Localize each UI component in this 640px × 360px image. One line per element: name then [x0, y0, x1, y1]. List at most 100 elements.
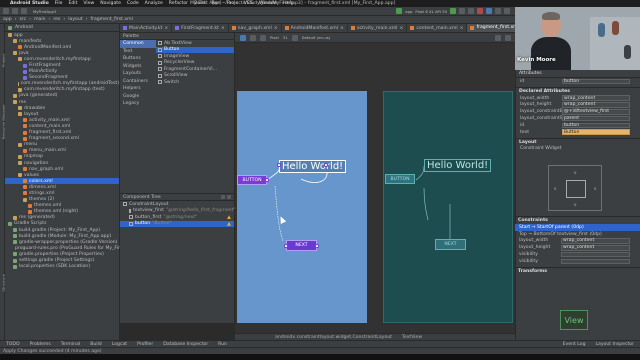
end-margin[interactable]: 0 [594, 186, 596, 191]
hello-world-textview[interactable]: Hello World! [279, 160, 347, 173]
menu-navigate[interactable]: Navigate [100, 1, 121, 6]
run-icon[interactable] [450, 8, 456, 14]
transforms-section[interactable]: Transforms [515, 266, 640, 275]
breadcrumb-item[interactable]: layout [68, 17, 82, 22]
canvas-breadcrumb-parent[interactable]: androidx.constraintlayout.widget.Constra… [275, 335, 392, 340]
palette-category[interactable]: Layouts [120, 70, 156, 78]
constraints-section[interactable]: Constraints [515, 216, 640, 224]
palette-category[interactable]: Text [120, 48, 156, 56]
menu-analyze[interactable]: Analyze [145, 1, 163, 6]
menu-code[interactable]: Code [127, 1, 139, 6]
close-icon[interactable]: × [164, 26, 168, 31]
bottom-tool-tab[interactable]: Database Inspector [163, 342, 208, 347]
run-config-select[interactable]: app [405, 9, 412, 14]
warning-icon[interactable] [227, 221, 231, 226]
orientation-icon[interactable] [250, 34, 256, 41]
bottom-margin[interactable]: 0 [574, 202, 576, 207]
design-mode-icon[interactable] [240, 34, 246, 41]
theme-icon[interactable] [291, 34, 298, 41]
editor-tab[interactable]: fragment_first.xml× [467, 24, 515, 32]
palette-category[interactable]: Containers [120, 78, 156, 86]
bottom-tool-tab[interactable]: Logcat [112, 342, 127, 347]
canvas-breadcrumb-child[interactable]: TextView [402, 335, 422, 340]
tree-item[interactable]: proguard-rules.pro (ProGuard Rules for M… [5, 245, 130, 251]
attribute-value-field[interactable]: wrap_content [562, 102, 630, 108]
open-folder-icon[interactable] [3, 8, 9, 14]
breadcrumb-item[interactable]: res [53, 17, 60, 22]
blueprint-button[interactable]: BUTTON [385, 174, 415, 184]
breadcrumb-item[interactable]: fragment_first.xml [90, 17, 132, 22]
bottom-right-tab[interactable]: Layout Inspector [595, 342, 634, 347]
attribute-value-field[interactable]: wrap_content [561, 245, 630, 251]
sdk-manager-icon[interactable] [486, 8, 492, 14]
breadcrumb-item[interactable]: src [20, 17, 27, 22]
attribute-value-field[interactable]: wrap_content [561, 238, 630, 244]
zoom-fit-icon[interactable] [505, 34, 511, 41]
bottom-tool-tab[interactable]: Run [218, 342, 227, 347]
bottom-tool-tab[interactable]: Profiler [137, 342, 153, 347]
attribute-value-field[interactable] [561, 258, 630, 265]
attribute-value-field[interactable]: parent [562, 115, 630, 122]
close-icon[interactable]: × [221, 26, 225, 31]
attribute-value-field[interactable]: button [562, 122, 630, 129]
palette-category[interactable]: Helpers [120, 85, 156, 93]
palette-category[interactable]: Common [120, 40, 156, 48]
view-options-icon[interactable] [495, 34, 501, 41]
constraint-top[interactable]: Top → BottomOf textview_first (0dp) [515, 231, 640, 238]
device-dropdown[interactable]: Pixel [270, 35, 279, 40]
declared-attributes-section[interactable]: Declared Attributes [516, 86, 640, 95]
attribute-value-field[interactable]: Button [562, 129, 630, 135]
close-icon[interactable]: × [399, 26, 403, 31]
id-field[interactable]: button [562, 78, 630, 85]
component-tree-item[interactable]: button "Button" [120, 220, 234, 227]
palette-category[interactable]: Widgets [120, 63, 156, 71]
breadcrumb-item[interactable]: app [3, 17, 12, 22]
editor-tab[interactable]: AndroidManifest.xml × [282, 24, 348, 32]
tree-item[interactable]: build.gradle (Module: My_First_App.app) [5, 233, 119, 239]
bottom-right-tab[interactable]: Event Log [563, 342, 586, 347]
build-icon[interactable] [396, 8, 403, 14]
search-icon[interactable] [504, 8, 510, 14]
settings-icon[interactable] [221, 195, 225, 199]
top-margin[interactable]: 0 [574, 170, 576, 175]
menu-edit[interactable]: Edit [68, 1, 77, 6]
hello-start-handle[interactable] [277, 163, 281, 167]
palette-category[interactable]: Buttons [120, 55, 156, 63]
save-icon[interactable] [12, 8, 18, 14]
attribute-value-field[interactable]: wrap_content [562, 95, 630, 101]
tree-item[interactable]: local.properties (SDK Location) [5, 264, 119, 270]
editor-tab[interactable]: nav_graph.xml × [229, 24, 282, 32]
constraint-widget[interactable]: 0 0 0 0 [548, 165, 602, 211]
project-view-select[interactable]: Android [15, 25, 33, 30]
palette-widget[interactable]: Switch [156, 79, 234, 86]
app-menu[interactable]: Android Studio [10, 1, 49, 6]
start-margin[interactable]: 0 [554, 186, 556, 191]
close-icon[interactable]: × [340, 26, 344, 31]
device-select[interactable]: Pixel 6 XL API 30 [415, 9, 447, 14]
bottom-tool-tab[interactable]: TODO [6, 342, 20, 347]
tree-item[interactable]: com.revenderitch.myfirstapp (androidTest… [5, 81, 119, 87]
hello-end-handle[interactable] [324, 163, 328, 167]
editor-tab[interactable]: activity_main.xml × [348, 24, 408, 32]
locale-dropdown[interactable]: Default (en-us) [302, 35, 331, 40]
avd-manager-icon[interactable] [495, 8, 501, 14]
menu-refactor[interactable]: Refactor [169, 1, 188, 6]
editor-tab[interactable]: MainActivity.kt × [120, 24, 173, 32]
night-mode-icon[interactable] [260, 34, 266, 41]
button-end-handle[interactable] [265, 178, 269, 182]
attribute-value-field[interactable] [561, 251, 630, 258]
palette-category[interactable]: Google [120, 93, 156, 101]
attribute-value-field[interactable]: @+id/textview_first [562, 109, 630, 115]
close-icon[interactable]: × [460, 26, 464, 31]
stop-icon[interactable] [477, 8, 483, 14]
next-start-handle[interactable] [284, 244, 288, 248]
next-button[interactable]: NEXT [286, 240, 317, 251]
minimize-icon[interactable] [227, 195, 231, 199]
blueprint-hello-textview[interactable]: Hello World! [424, 159, 492, 172]
design-surface[interactable]: Hello World! BUTTON NEXT [237, 91, 367, 323]
palette-category[interactable]: Legacy [120, 100, 156, 108]
breadcrumb-item[interactable]: main [34, 17, 45, 22]
blueprint-next-button[interactable]: NEXT [435, 239, 466, 250]
bottom-tool-tab[interactable]: Terminal [61, 342, 80, 347]
bottom-tool-tab[interactable]: Problems [30, 342, 51, 347]
